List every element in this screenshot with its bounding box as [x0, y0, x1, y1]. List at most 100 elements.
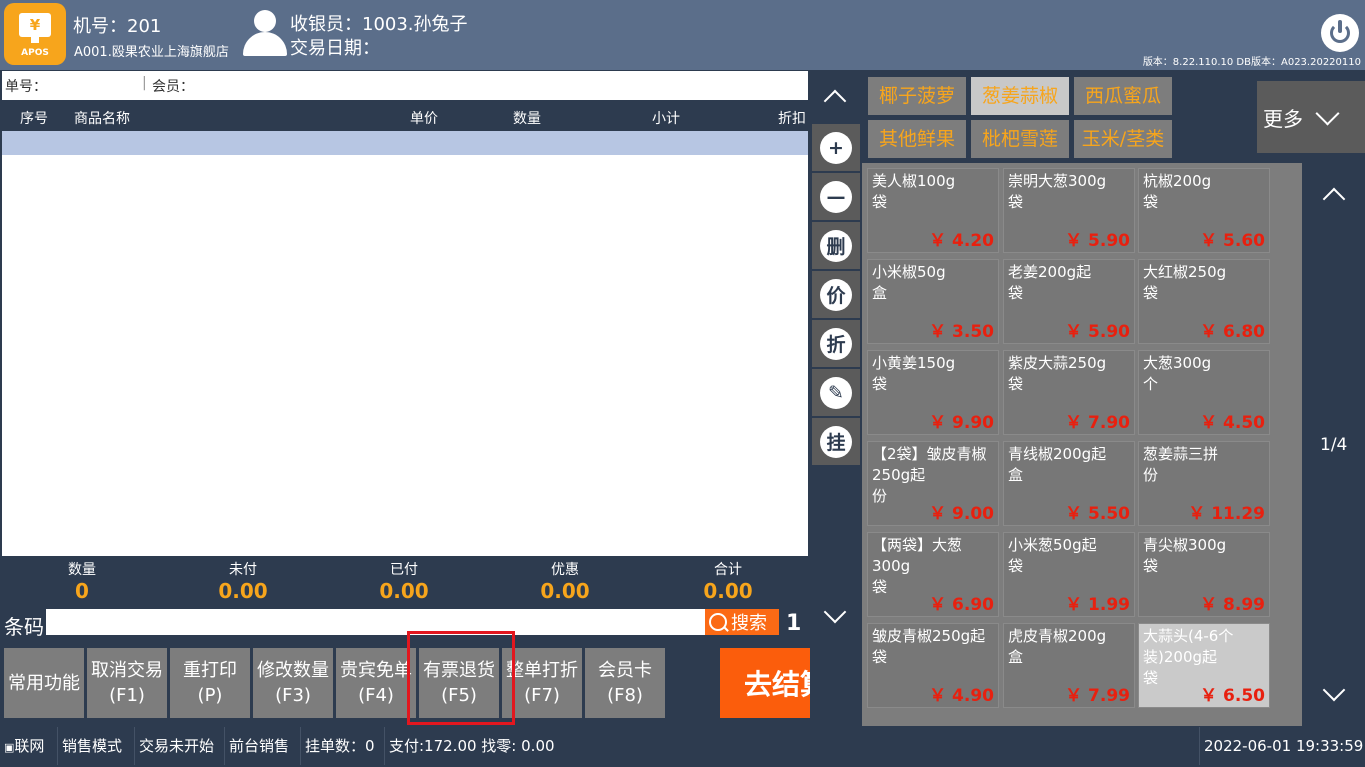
held-count: 挂单数：0 — [301, 727, 385, 765]
product-name: 大葱300g — [1143, 354, 1212, 372]
product-card[interactable]: 大葱300g 个 ￥ 4.50 — [1138, 350, 1270, 435]
edit-button[interactable]: ✎ — [812, 369, 860, 416]
product-card[interactable]: 杭椒200g 袋 ￥ 5.60 — [1138, 168, 1270, 253]
scroll-down-button[interactable] — [810, 590, 860, 642]
product-price: ￥ 8.99 — [1200, 595, 1265, 615]
reprint-button[interactable]: 重打印 (P) — [170, 648, 250, 718]
product-card[interactable]: 葱姜蒜三拼份 ￥ 11.29 — [1138, 441, 1270, 526]
product-name: 杭椒200g — [1143, 172, 1212, 190]
product-card[interactable]: 虎皮青椒200g 盒 ￥ 7.99 — [1003, 623, 1135, 708]
product-card[interactable]: 小黄姜150g 袋 ￥ 9.90 — [867, 350, 999, 435]
discount-button[interactable]: 折 — [812, 320, 860, 367]
product-price: ￥ 5.50 — [1065, 504, 1130, 524]
product-price: ￥ 7.90 — [1065, 413, 1130, 433]
vip-free-button[interactable]: 贵宾免单 (F4) — [336, 648, 416, 718]
product-card[interactable]: 小米葱50g起袋 ￥ 1.99 — [1003, 532, 1135, 617]
user-icon — [243, 10, 287, 58]
category-tab[interactable]: 椰子菠萝 — [868, 77, 966, 115]
product-card[interactable]: 青线椒200g起盒 ￥ 5.50 — [1003, 441, 1135, 526]
product-card[interactable]: 皱皮青椒250g起袋 ￥ 4.90 — [867, 623, 999, 708]
search-button[interactable]: 搜索 — [705, 609, 779, 635]
product-card[interactable]: 崇明大葱300g 袋 ￥ 5.90 — [1003, 168, 1135, 253]
plus-icon: + — [820, 131, 852, 164]
product-unit: 盒 — [1008, 648, 1024, 666]
table-header: 序号 商品名称 单价 数量 小计 折扣 — [2, 101, 808, 131]
product-card[interactable]: 大蒜头(4-6个装)200g起袋 ￥ 6.50 — [1138, 623, 1270, 708]
category-tab[interactable]: 葱姜蒜椒 — [971, 77, 1069, 115]
more-categories-button[interactable]: 更多 — [1257, 81, 1365, 153]
barcode-count: 1 — [786, 611, 802, 636]
product-unit: 袋 — [872, 375, 888, 393]
hold-button[interactable]: 挂 — [812, 418, 860, 465]
product-card[interactable]: 紫皮大蒜250g 袋 ￥ 7.90 — [1003, 350, 1135, 435]
chevron-down-icon — [1315, 100, 1340, 126]
apos-logo: ¥ APOS — [4, 3, 66, 65]
hold-icon: 挂 — [820, 425, 852, 458]
product-price: ￥ 11.29 — [1188, 504, 1265, 524]
table-row[interactable] — [2, 131, 808, 155]
product-unit: 份 — [1143, 466, 1159, 484]
product-unit: 袋 — [1008, 557, 1024, 575]
page-down-button[interactable] — [1309, 668, 1359, 720]
barcode-input[interactable] — [46, 609, 706, 635]
product-unit: 袋 — [1008, 193, 1024, 211]
col-header-name: 商品名称 — [74, 111, 130, 127]
network-icon: ▣ — [4, 741, 15, 754]
price-icon: 价 — [820, 278, 852, 311]
cashier-info: 收银员：1003.孙兔子 — [290, 14, 468, 35]
col-header-price: 单价 — [410, 111, 438, 127]
product-name: 大红椒250g — [1143, 263, 1227, 281]
highlight-box — [407, 631, 515, 725]
subtract-button[interactable]: — — [812, 173, 860, 220]
modify-quantity-button[interactable]: 修改数量 (F3) — [253, 648, 333, 718]
add-button[interactable]: + — [812, 124, 860, 171]
product-unit: 袋 — [872, 193, 888, 211]
page-up-button[interactable] — [1309, 169, 1359, 221]
product-card[interactable]: 美人椒100g 袋 ￥ 4.20 — [867, 168, 999, 253]
col-header-qty: 数量 — [513, 111, 541, 127]
network-status: ▣联网 — [0, 727, 58, 765]
summary-discount: 优惠 0.00 — [540, 562, 590, 603]
ticket-info-bar: 单号： | 会员： — [2, 71, 808, 100]
category-tab[interactable]: 玉米/茎类 — [1074, 120, 1172, 158]
search-icon — [709, 613, 727, 631]
product-card[interactable]: 大红椒250g 袋 ￥ 6.80 — [1138, 259, 1270, 344]
product-name: 【两袋】大葱300g — [872, 536, 963, 575]
delete-icon: 删 — [820, 229, 852, 262]
product-card[interactable]: 青尖椒300g 袋 ￥ 8.99 — [1138, 532, 1270, 617]
member-card-button[interactable]: 会员卡 (F8) — [585, 648, 665, 718]
header-bar: ¥ APOS 机号：201 A001.殴果农业上海旗舰店 收银员：1003.孙兔… — [0, 0, 1365, 70]
power-icon[interactable] — [1321, 14, 1359, 52]
product-unit: 袋 — [1143, 557, 1159, 575]
product-price: ￥ 4.90 — [929, 686, 994, 706]
common-functions-button[interactable]: 常用功能 — [4, 648, 84, 718]
cancel-transaction-button[interactable]: 取消交易 (F1) — [87, 648, 167, 718]
item-table: 序号 商品名称 单价 数量 小计 折扣 — [2, 101, 808, 556]
summary-unpaid: 未付 0.00 — [218, 562, 268, 603]
page-indicator: 1/4 — [1320, 435, 1348, 455]
product-card[interactable]: 老姜200g起袋 ￥ 5.90 — [1003, 259, 1135, 344]
version-text: 版本：8.22.110.10 DB版本：A023.20220110 — [1142, 57, 1361, 68]
product-card[interactable]: 【2袋】皱皮青椒250g起份 ￥ 9.00 — [867, 441, 999, 526]
category-tab[interactable]: 其他鲜果 — [868, 120, 966, 158]
mode-status: 销售模式 — [58, 727, 135, 765]
product-name: 美人椒100g — [872, 172, 956, 190]
product-name: 皱皮青椒250g起 — [872, 627, 986, 645]
payment-status: 支付:172.00 找零: 0.00 — [389, 737, 555, 755]
category-tab[interactable]: 西瓜蜜瓜 — [1074, 77, 1172, 115]
product-name: 小米葱50g起 — [1008, 536, 1097, 554]
delete-button[interactable]: 删 — [812, 222, 860, 269]
summary-paid: 已付 0.00 — [379, 562, 429, 603]
datetime: 2022-06-01 19:33:59 — [1199, 727, 1365, 765]
member-label: 会员： — [152, 79, 194, 95]
scroll-up-button[interactable] — [810, 71, 860, 123]
chevron-down-icon — [823, 600, 847, 624]
product-price: ￥ 9.90 — [929, 413, 994, 433]
product-name: 青线椒200g起 — [1008, 445, 1107, 463]
summary-total: 合计 0.00 — [703, 562, 753, 603]
price-button[interactable]: 价 — [812, 271, 860, 318]
category-tab[interactable]: 枇杷雪莲 — [971, 120, 1069, 158]
product-card[interactable]: 【两袋】大葱300g 袋 ￥ 6.90 — [867, 532, 999, 617]
product-card[interactable]: 小米椒50g 盒 ￥ 3.50 — [867, 259, 999, 344]
product-price: ￥ 6.50 — [1200, 686, 1265, 706]
